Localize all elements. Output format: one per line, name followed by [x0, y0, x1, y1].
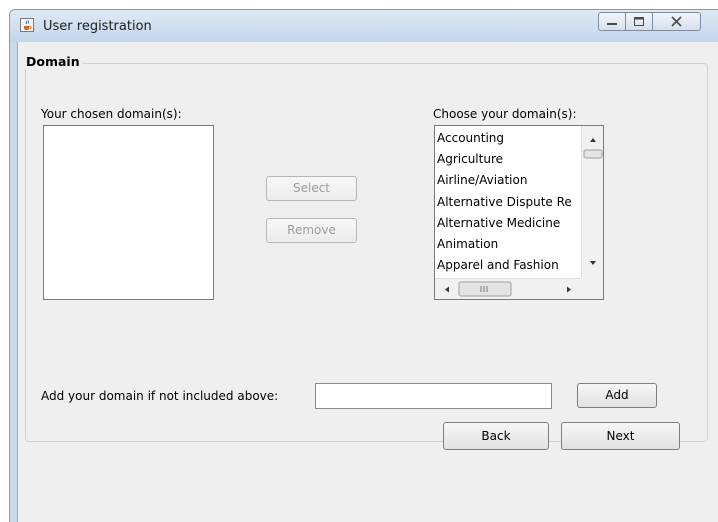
horizontal-scrollbar[interactable] — [435, 278, 581, 299]
horizontal-scroll-thumb — [458, 281, 512, 297]
app-window: User registration Domain Your chosen dom… — [9, 9, 718, 522]
list-item[interactable]: Alternative Dispute Re — [436, 192, 581, 213]
list-item[interactable]: Alternative Medicine — [436, 213, 581, 234]
minimize-button[interactable] — [598, 12, 626, 31]
scroll-left-arrow-icon — [445, 286, 449, 293]
list-item[interactable]: Accounting — [436, 128, 581, 149]
choose-domains-label: Choose your domain(s): — [433, 107, 577, 121]
scroll-down-arrow-icon — [590, 261, 596, 265]
scroll-up-arrow-icon — [590, 138, 596, 142]
add-domain-label: Add your domain if not included above: — [41, 389, 279, 403]
scroll-right-arrow-icon — [567, 286, 571, 293]
list-item[interactable]: Airline/Aviation — [436, 170, 581, 191]
list-item[interactable]: Animation — [436, 234, 581, 255]
available-domains-list[interactable]: Accounting Agriculture Airline/Aviation … — [434, 125, 604, 300]
remove-button[interactable]: Remove — [266, 218, 357, 243]
minimize-icon — [607, 23, 617, 25]
domain-items: Accounting Agriculture Airline/Aviation … — [436, 128, 581, 277]
add-button[interactable]: Add — [577, 383, 657, 408]
maximize-button[interactable] — [625, 12, 653, 31]
scroll-corner — [581, 278, 603, 299]
back-button[interactable]: Back — [443, 422, 549, 450]
chosen-domains-label: Your chosen domain(s): — [41, 107, 182, 121]
list-item[interactable]: Agriculture — [436, 149, 581, 170]
vertical-scroll-thumb — [583, 149, 603, 159]
content-panel: Domain Your chosen domain(s): Select Rem… — [17, 42, 718, 522]
next-button[interactable]: Next — [561, 422, 680, 450]
list-item[interactable]: Apparel and Fashion — [436, 255, 581, 276]
close-icon — [671, 16, 682, 27]
title-bar[interactable]: User registration — [10, 10, 718, 42]
vertical-scrollbar[interactable] — [581, 126, 603, 278]
add-domain-input[interactable] — [315, 383, 552, 409]
close-button[interactable] — [652, 12, 701, 31]
window-title: User registration — [43, 19, 152, 34]
chosen-domains-list[interactable] — [43, 125, 214, 300]
domain-group-title: Domain — [23, 54, 83, 69]
java-cup-icon — [20, 18, 34, 32]
select-button[interactable]: Select — [266, 176, 357, 201]
maximize-icon — [634, 17, 644, 26]
